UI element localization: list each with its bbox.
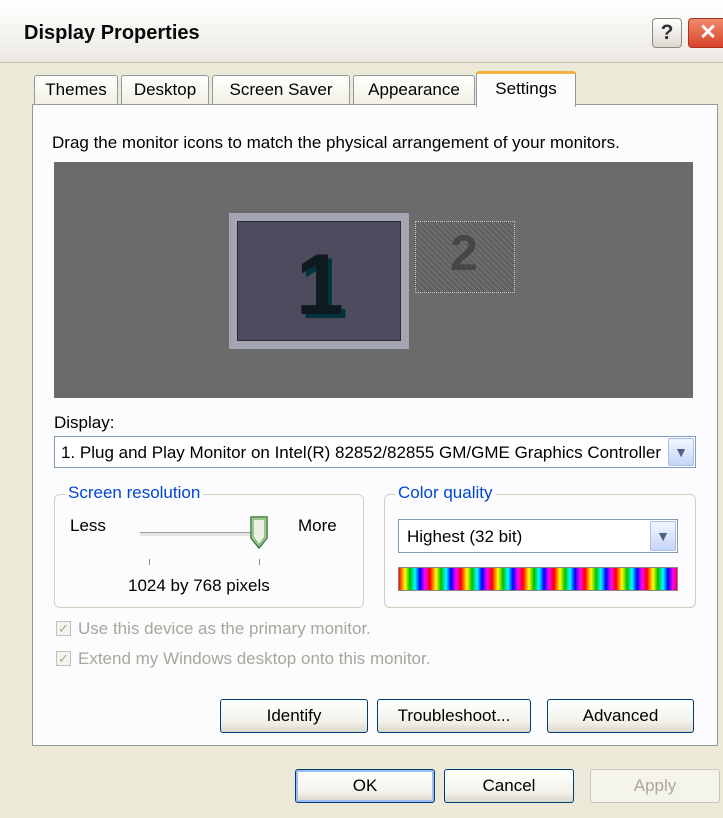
tab-appearance[interactable]: Appearance <box>353 75 475 105</box>
chevron-down-icon[interactable]: ▼ <box>668 438 694 466</box>
color-quality-title: Color quality <box>395 483 496 503</box>
monitor-1-icon[interactable]: 1 <box>229 213 409 349</box>
monitor-2-icon[interactable]: 2 <box>415 221 515 293</box>
monitor-2-number: 2 <box>450 225 478 281</box>
advanced-button[interactable]: Advanced <box>547 699 694 733</box>
primary-monitor-label: Use this device as the primary monitor. <box>78 619 371 638</box>
apply-button[interactable]: Apply <box>590 769 720 803</box>
color-quality-select[interactable]: Highest (32 bit) ▼ <box>398 519 678 553</box>
slider-tick <box>149 559 150 565</box>
title-bar[interactable]: Display Properties ? ✕ <box>0 0 723 63</box>
troubleshoot-button[interactable]: Troubleshoot... <box>377 699 531 733</box>
resolution-value: 1024 by 768 pixels <box>128 576 270 595</box>
tab-themes[interactable]: Themes <box>34 75 118 105</box>
resolution-slider-thumb[interactable] <box>249 516 269 550</box>
display-properties-window: Display Properties ? ✕ Themes Desktop Sc… <box>0 0 723 818</box>
help-icon: ? <box>660 21 674 44</box>
primary-monitor-checkbox[interactable]: ✓ <box>56 621 71 636</box>
resolution-more-label: More <box>298 516 337 535</box>
color-quality-value: Highest (32 bit) <box>407 527 523 546</box>
identify-button[interactable]: Identify <box>220 699 368 733</box>
display-label: Display: <box>54 413 115 432</box>
slider-tick <box>259 559 260 565</box>
color-spectrum-bar <box>398 567 678 591</box>
chevron-down-icon[interactable]: ▼ <box>650 521 676 551</box>
tab-settings[interactable]: Settings <box>476 71 576 107</box>
extend-desktop-checkbox[interactable]: ✓ <box>56 651 71 666</box>
resolution-slider-track[interactable] <box>140 532 266 537</box>
display-select[interactable]: 1. Plug and Play Monitor on Intel(R) 828… <box>54 436 696 468</box>
monitor-instruction: Drag the monitor icons to match the phys… <box>52 133 620 152</box>
extend-desktop-label: Extend my Windows desktop onto this moni… <box>78 649 431 668</box>
screen-resolution-title: Screen resolution <box>65 483 204 503</box>
cancel-button[interactable]: Cancel <box>444 769 574 803</box>
close-button[interactable]: ✕ <box>688 18 723 48</box>
window-title: Display Properties <box>24 22 200 44</box>
resolution-less-label: Less <box>70 516 106 535</box>
monitor-1-number: 1 <box>296 237 344 333</box>
help-button[interactable]: ? <box>652 18 682 48</box>
display-select-value: 1. Plug and Play Monitor on Intel(R) 828… <box>61 443 661 462</box>
tab-screen-saver[interactable]: Screen Saver <box>212 75 350 105</box>
monitor-1-screen: 1 <box>237 221 401 341</box>
ok-button[interactable]: OK <box>295 769 435 803</box>
tab-desktop[interactable]: Desktop <box>121 75 209 105</box>
close-icon: ✕ <box>699 21 717 44</box>
